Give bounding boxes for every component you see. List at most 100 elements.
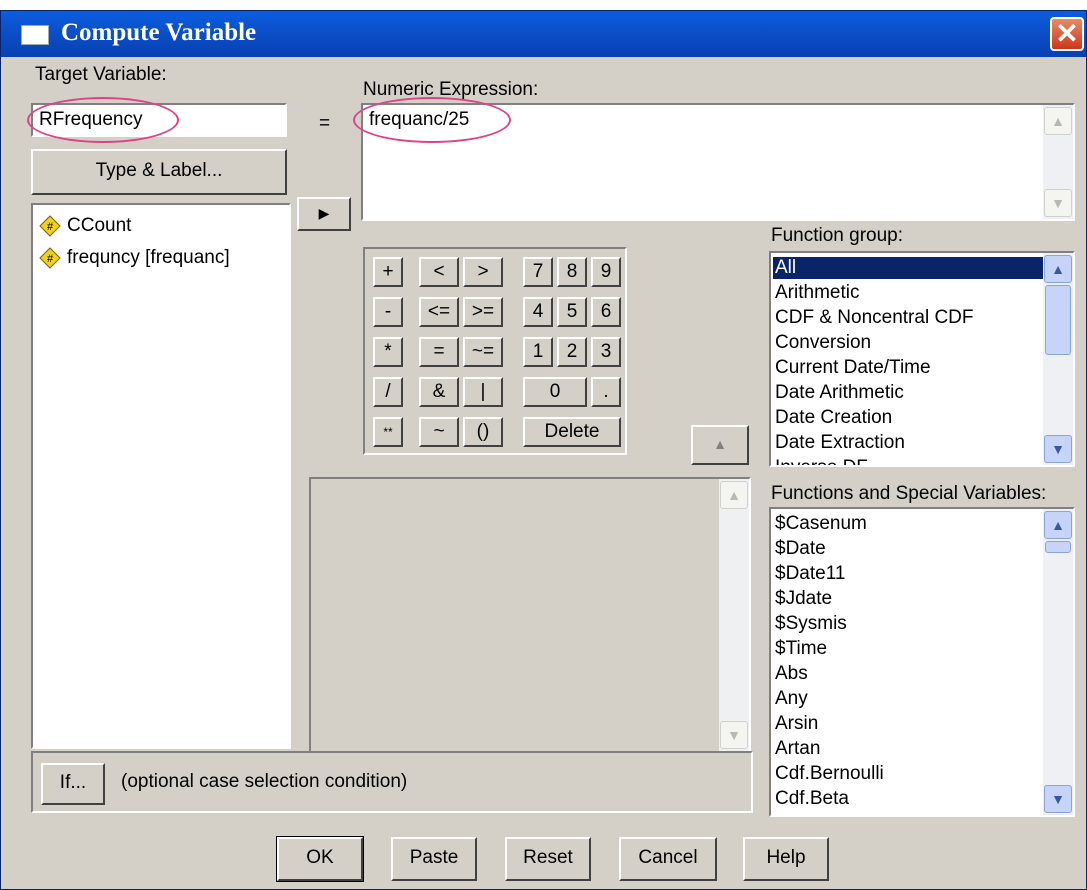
close-button[interactable]: ✕ xyxy=(1050,17,1084,51)
scroll-down-icon[interactable]: ▼ xyxy=(1044,785,1072,813)
function-item[interactable]: Cdf.Beta xyxy=(775,788,849,810)
function-group-item[interactable]: Inverse DF xyxy=(775,457,868,465)
functions-label: Functions and Special Variables: xyxy=(771,483,1047,504)
function-item[interactable]: Abs xyxy=(775,663,808,685)
insert-function-button[interactable]: ▲ xyxy=(691,425,749,465)
function-group-item[interactable]: Conversion xyxy=(775,332,871,354)
window-icon xyxy=(21,25,49,45)
key-greater-than[interactable]: > xyxy=(463,257,503,287)
key-2[interactable]: 2 xyxy=(557,337,587,367)
description-scrollbar[interactable]: ▲ ▼ xyxy=(719,479,749,751)
scroll-up-icon[interactable]: ▲ xyxy=(1044,255,1072,283)
function-item[interactable]: $Time xyxy=(775,638,827,660)
key-minus[interactable]: - xyxy=(373,297,403,327)
key-delete[interactable]: Delete xyxy=(523,417,621,447)
scroll-up-icon[interactable]: ▲ xyxy=(720,481,748,509)
target-variable-input[interactable]: RFrequency xyxy=(31,103,287,137)
paste-button[interactable]: Paste xyxy=(391,837,477,881)
key-less-equal[interactable]: <= xyxy=(419,297,459,327)
numeric-variable-icon: # xyxy=(39,215,61,237)
up-arrow-icon: ▲ xyxy=(713,436,727,452)
numeric-expression-value: frequanc/25 xyxy=(369,109,470,130)
function-group-label: Function group: xyxy=(771,225,904,246)
scroll-thumb[interactable] xyxy=(1045,285,1071,355)
key-plus[interactable]: + xyxy=(373,257,403,287)
scroll-up-icon[interactable]: ▲ xyxy=(1044,107,1072,135)
right-arrow-icon: ▶ xyxy=(318,205,330,221)
key-greater-equal[interactable]: >= xyxy=(463,297,503,327)
key-not-equal[interactable]: ~= xyxy=(463,337,503,367)
ok-button[interactable]: OK xyxy=(276,836,364,882)
variable-item[interactable]: # frequncy [frequanc] xyxy=(33,245,289,275)
reset-button[interactable]: Reset xyxy=(505,837,591,881)
title-bar[interactable]: Compute Variable ✕ xyxy=(1,11,1086,57)
function-group-item[interactable]: All xyxy=(773,257,1071,279)
function-item[interactable]: Artan xyxy=(775,738,820,760)
move-to-expression-button[interactable]: ▶ xyxy=(297,197,351,231)
key-6[interactable]: 6 xyxy=(591,297,621,327)
target-variable-label: Target Variable: xyxy=(35,64,167,85)
svg-text:#: # xyxy=(47,253,54,265)
numeric-variable-icon: # xyxy=(39,247,61,269)
variable-name: CCount xyxy=(67,215,132,236)
target-variable-value: RFrequency xyxy=(39,109,143,130)
key-4[interactable]: 4 xyxy=(523,297,553,327)
function-group-item[interactable]: CDF & Noncentral CDF xyxy=(775,307,974,329)
window-title: Compute Variable xyxy=(61,19,257,46)
variable-item[interactable]: # CCount xyxy=(33,213,289,243)
key-9[interactable]: 9 xyxy=(591,257,621,287)
function-item[interactable]: $Date11 xyxy=(775,563,845,585)
function-group-item[interactable]: Current Date/Time xyxy=(775,357,931,379)
type-label-button[interactable]: Type & Label... xyxy=(31,149,287,195)
key-multiply[interactable]: * xyxy=(373,337,403,367)
function-item[interactable]: $Casenum xyxy=(775,513,867,535)
scroll-down-icon[interactable]: ▼ xyxy=(1044,435,1072,463)
key-0[interactable]: 0 xyxy=(523,377,587,407)
function-item[interactable]: $Jdate xyxy=(775,588,832,610)
key-parentheses[interactable]: () xyxy=(463,417,503,447)
key-divide[interactable]: / xyxy=(373,377,403,407)
numeric-expression-label: Numeric Expression: xyxy=(363,79,539,100)
equals-sign: = xyxy=(319,113,331,134)
if-condition-text: (optional case selection condition) xyxy=(121,771,408,792)
if-button[interactable]: If... xyxy=(41,763,105,805)
key-not[interactable]: ~ xyxy=(419,417,459,447)
key-equals[interactable]: = xyxy=(419,337,459,367)
help-button[interactable]: Help xyxy=(743,837,829,881)
variable-list[interactable]: # CCount # frequncy [frequanc] xyxy=(31,203,291,749)
function-group-list[interactable]: All Arithmetic CDF & Noncentral CDF Conv… xyxy=(769,251,1075,467)
function-group-item[interactable]: Date Arithmetic xyxy=(775,382,904,404)
scroll-up-icon[interactable]: ▲ xyxy=(1044,511,1072,539)
key-power[interactable]: ** xyxy=(373,417,403,447)
key-7[interactable]: 7 xyxy=(523,257,553,287)
function-description-area: ▲ ▼ xyxy=(309,477,751,753)
function-item[interactable]: $Sysmis xyxy=(775,613,847,635)
key-1[interactable]: 1 xyxy=(523,337,553,367)
function-item[interactable]: $Date xyxy=(775,538,826,560)
key-decimal[interactable]: . xyxy=(591,377,621,407)
function-item[interactable]: Any xyxy=(775,688,808,710)
key-8[interactable]: 8 xyxy=(557,257,587,287)
functions-scrollbar[interactable]: ▲ ▼ xyxy=(1043,509,1073,815)
variable-name: frequncy [frequanc] xyxy=(67,247,230,268)
function-group-item[interactable]: Date Extraction xyxy=(775,432,905,454)
function-group-scrollbar[interactable]: ▲ ▼ xyxy=(1043,253,1073,465)
functions-list[interactable]: $Casenum $Date $Date11 $Jdate $Sysmis $T… xyxy=(769,507,1075,817)
scroll-down-icon[interactable]: ▼ xyxy=(720,721,748,749)
key-and[interactable]: & xyxy=(419,377,459,407)
function-item[interactable]: Cdf.Bernoulli xyxy=(775,763,884,785)
key-5[interactable]: 5 xyxy=(557,297,587,327)
compute-variable-dialog: Compute Variable ✕ Target Variable: RFre… xyxy=(0,10,1087,890)
key-3[interactable]: 3 xyxy=(591,337,621,367)
numeric-expression-input[interactable]: frequanc/25 ▲ ▼ xyxy=(361,103,1075,221)
cancel-button[interactable]: Cancel xyxy=(619,837,717,881)
expression-scrollbar[interactable]: ▲ ▼ xyxy=(1043,105,1073,219)
function-item[interactable]: Arsin xyxy=(775,713,818,735)
function-group-item[interactable]: Arithmetic xyxy=(775,282,859,304)
key-less-than[interactable]: < xyxy=(419,257,459,287)
scroll-thumb[interactable] xyxy=(1045,541,1071,553)
close-icon: ✕ xyxy=(1055,18,1079,49)
scroll-down-icon[interactable]: ▼ xyxy=(1044,189,1072,217)
function-group-item[interactable]: Date Creation xyxy=(775,407,892,429)
key-or[interactable]: | xyxy=(463,377,503,407)
